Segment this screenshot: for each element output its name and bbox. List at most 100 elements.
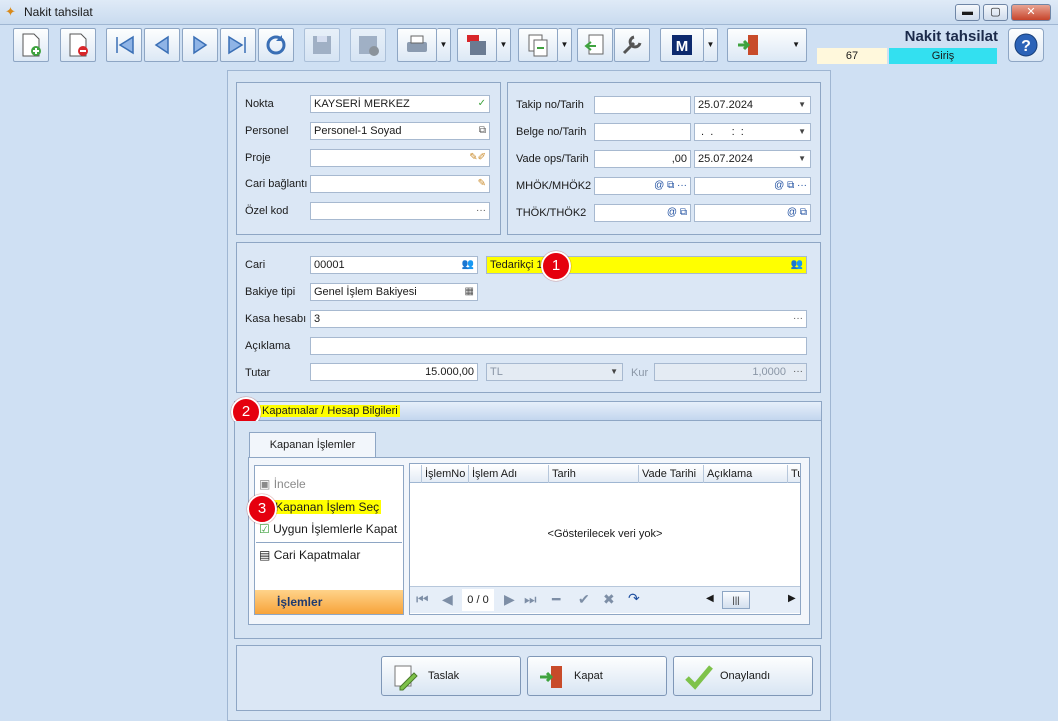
- import-button[interactable]: [577, 28, 613, 62]
- minimize-button[interactable]: ▬: [955, 4, 980, 21]
- print-dropdown[interactable]: ▼: [437, 28, 451, 62]
- belge-date-field[interactable]: . . : : ▼: [694, 123, 811, 141]
- vade-date-field[interactable]: 25.07.2024 ▼: [694, 150, 811, 168]
- previous-record-button[interactable]: [144, 28, 180, 62]
- thok-field[interactable]: @ ⧉: [594, 204, 691, 222]
- save-close-button[interactable]: [350, 28, 386, 62]
- export-dropdown[interactable]: ▼: [497, 28, 511, 62]
- svg-text:?: ?: [1021, 38, 1031, 55]
- kapatmalar-header[interactable]: Kapatmalar / Hesap Bilgileri: [234, 401, 822, 421]
- vade-ops-value: ,00: [671, 153, 687, 165]
- kasa-field[interactable]: 3 ···: [310, 310, 807, 328]
- tab-kapanan-islemler[interactable]: Kapanan İşlemler: [249, 432, 376, 458]
- tutar-field[interactable]: 15.000,00: [310, 363, 478, 381]
- copy-record-button[interactable]: [518, 28, 558, 62]
- pager-prev-icon[interactable]: ◀: [442, 591, 453, 608]
- mhok-field[interactable]: @ ⧉ ···: [594, 177, 691, 195]
- onaylandi-button[interactable]: Onaylandı: [673, 656, 813, 696]
- col-tarih[interactable]: Tarih: [549, 465, 639, 483]
- exit-dropdown-icon: ▼: [792, 40, 800, 49]
- last-record-button[interactable]: [220, 28, 256, 62]
- nav-group-islemler[interactable]: İşlemler: [255, 590, 403, 614]
- thok2-field[interactable]: @ ⧉: [694, 204, 811, 222]
- close-window-button[interactable]: ✕: [1011, 4, 1051, 21]
- people-icon[interactable]: 👥: [462, 257, 474, 273]
- pager-delete-icon[interactable]: ━: [552, 591, 560, 608]
- ozel-kod-field[interactable]: ···: [310, 202, 490, 220]
- email-lookup-icon[interactable]: @ ⧉ ···: [774, 178, 807, 194]
- pager-accept-icon[interactable]: ✔: [578, 591, 590, 608]
- hscroll-right-icon[interactable]: ▶: [788, 593, 796, 604]
- vade-ops-field[interactable]: ,00: [594, 150, 691, 168]
- chevron-down-icon[interactable]: ▼: [798, 97, 806, 113]
- chevron-down-icon[interactable]: ▼: [798, 124, 806, 140]
- nav-item-cari-kapatmalar[interactable]: ▤ Cari Kapatmalar: [259, 548, 360, 562]
- proje-field[interactable]: ✎✐: [310, 149, 490, 167]
- print-button[interactable]: [397, 28, 437, 62]
- next-record-button[interactable]: [182, 28, 218, 62]
- nav-item-uygun-islemlerle-kapat[interactable]: ☑ Uygun İşlemlerle Kapat: [259, 522, 397, 536]
- eraser-icon[interactable]: ✎: [478, 176, 486, 192]
- belge-no-field[interactable]: [594, 123, 691, 141]
- calculator-icon[interactable]: ▦: [465, 284, 474, 300]
- help-button[interactable]: ?: [1008, 28, 1044, 62]
- maximize-button[interactable]: ▢: [983, 4, 1008, 21]
- belge-label: Belge no/Tarih: [516, 126, 587, 138]
- mhok2-field[interactable]: @ ⧉ ···: [694, 177, 811, 195]
- cari-code-field[interactable]: 00001 👥: [310, 256, 478, 274]
- nav-item-label: Kapanan İşlem Seç: [273, 500, 382, 514]
- new-record-button[interactable]: [13, 28, 49, 62]
- delete-record-button[interactable]: [60, 28, 96, 62]
- kapat-button[interactable]: Kapat: [527, 656, 667, 696]
- copy-dropdown[interactable]: ▼: [558, 28, 572, 62]
- save-button[interactable]: [304, 28, 340, 62]
- email-lookup-icon[interactable]: @ ⧉: [667, 205, 687, 221]
- person-lookup-icon[interactable]: ⧉: [479, 123, 486, 139]
- exit-button[interactable]: ▼: [727, 28, 807, 62]
- hscroll-left-icon[interactable]: ◀: [706, 593, 714, 604]
- email-lookup-icon[interactable]: @ ⧉ ···: [654, 178, 687, 194]
- ozel-kod-label: Özel kod: [245, 205, 289, 217]
- module-button[interactable]: M: [660, 28, 704, 62]
- taslak-button[interactable]: Taslak: [381, 656, 521, 696]
- nokta-field[interactable]: KAYSERİ MERKEZ ✓: [310, 95, 490, 113]
- nokta-value: KAYSERİ MERKEZ: [314, 98, 410, 110]
- module-dropdown[interactable]: ▼: [704, 28, 718, 62]
- kasa-value: 3: [314, 313, 321, 325]
- edit-lookup-icon[interactable]: ✎✐: [469, 150, 486, 166]
- nav-item-kapanan-islem-sec[interactable]: ☑ Kapanan İşlem Seç: [259, 500, 382, 514]
- aciklama-field[interactable]: [310, 337, 807, 355]
- first-record-button[interactable]: [106, 28, 142, 62]
- cari-baglanti-field[interactable]: ✎: [310, 175, 490, 193]
- currency-select[interactable]: TL ▼: [486, 363, 623, 381]
- email-lookup-icon[interactable]: @ ⧉: [787, 205, 807, 221]
- chevron-down-icon[interactable]: ▼: [798, 151, 806, 167]
- col-tutar[interactable]: Tu: [788, 465, 800, 483]
- col-aciklama[interactable]: Açıklama: [704, 465, 788, 483]
- col-islem-adi[interactable]: İşlem Adı: [469, 465, 549, 483]
- currency-value: TL: [490, 366, 503, 378]
- cari-name-field[interactable]: Tedarikçi 1 👥: [486, 256, 807, 274]
- people-icon[interactable]: 👥: [791, 257, 803, 273]
- kur-field[interactable]: 1,0000 ···: [654, 363, 807, 381]
- hscroll-thumb[interactable]: |||: [722, 591, 750, 609]
- export-pdf-button[interactable]: [457, 28, 497, 62]
- personel-field[interactable]: Personel-1 Soyad ⧉: [310, 122, 490, 140]
- nav-item-incele[interactable]: ▣ İncele: [259, 477, 306, 491]
- settings-button[interactable]: [614, 28, 650, 62]
- takip-no-field[interactable]: [594, 96, 691, 114]
- pager-refresh-icon[interactable]: ↷: [628, 590, 640, 607]
- ellipsis-icon[interactable]: ···: [793, 311, 803, 327]
- svg-text:M: M: [676, 38, 689, 55]
- pager-last-icon[interactable]: ⏭: [524, 591, 537, 608]
- pager-first-icon[interactable]: ⏮: [416, 591, 429, 608]
- col-vade-tarihi[interactable]: Vade Tarihi: [639, 465, 704, 483]
- col-islemno[interactable]: İşlemNo: [422, 465, 469, 483]
- pager-cancel-icon[interactable]: ✖: [603, 591, 615, 608]
- bakiye-field[interactable]: Genel İşlem Bakiyesi ▦: [310, 283, 478, 301]
- exit-door-icon: [738, 35, 758, 55]
- pager-next-icon[interactable]: ▶: [504, 591, 515, 608]
- takip-date-field[interactable]: 25.07.2024 ▼: [694, 96, 811, 114]
- ellipsis-icon[interactable]: ···: [476, 203, 486, 219]
- refresh-button[interactable]: [258, 28, 294, 62]
